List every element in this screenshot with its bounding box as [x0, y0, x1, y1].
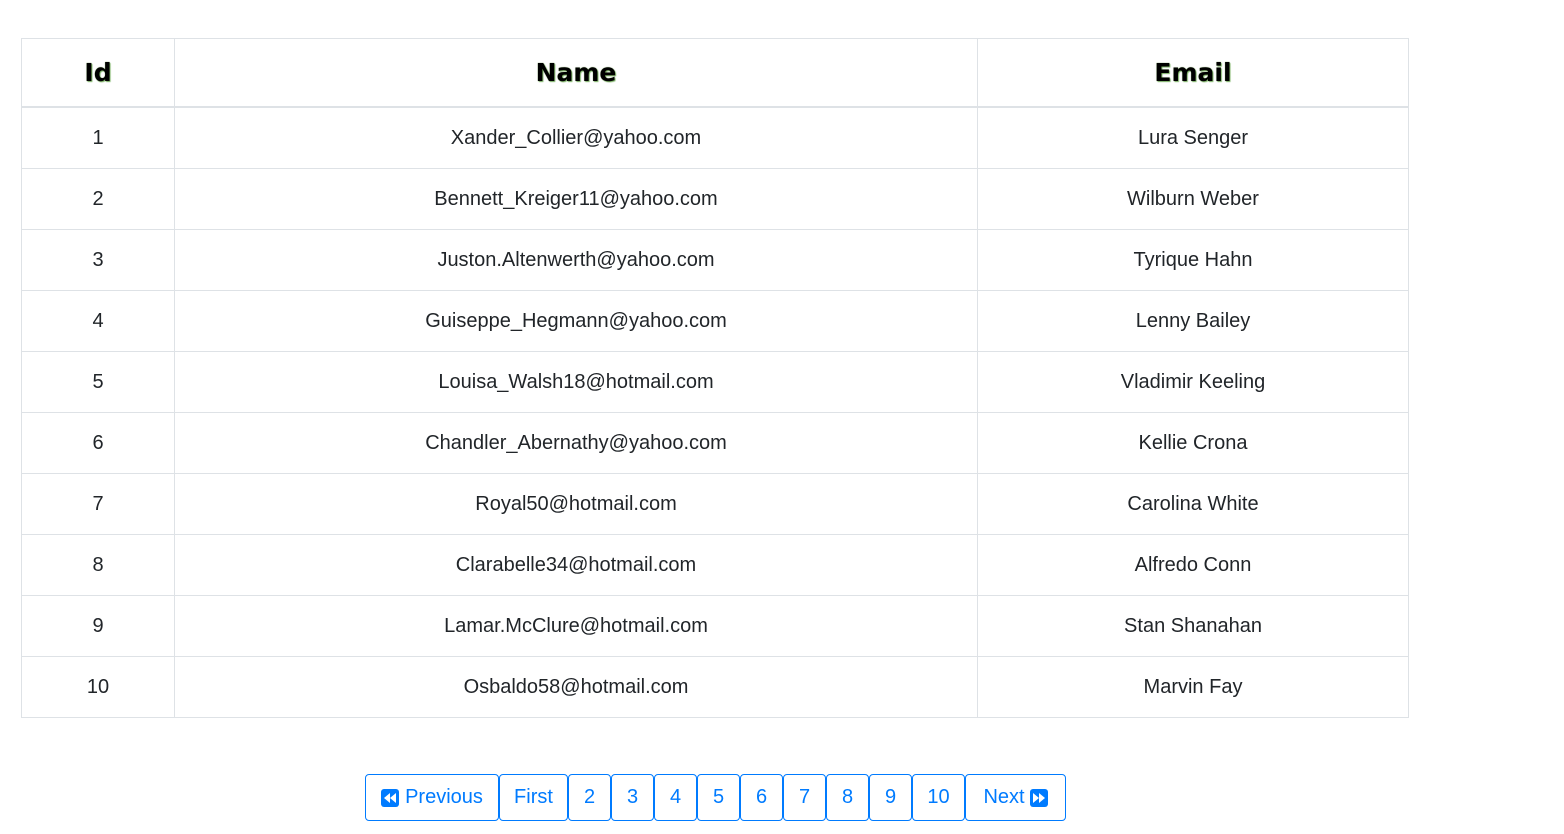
table-row: 8 Clarabelle34@hotmail.com Alfredo Conn: [21, 534, 1409, 596]
cell-name: Xander_Collier@yahoo.com: [174, 106, 978, 169]
next-label: Next: [983, 786, 1025, 808]
page-button-10[interactable]: 10: [912, 774, 965, 821]
cell-id: 2: [21, 168, 175, 230]
first-label: First: [514, 786, 553, 808]
cell-email: Lenny Bailey: [977, 290, 1409, 352]
column-header-email: Email: [977, 38, 1409, 108]
cell-name: Royal50@hotmail.com: [174, 473, 978, 535]
page-number: 4: [669, 786, 682, 808]
page-button-7[interactable]: 7: [783, 774, 826, 821]
previous-label: Previous: [405, 786, 483, 808]
cell-email: Stan Shanahan: [977, 595, 1409, 657]
cell-name: Guiseppe_Hegmann@yahoo.com: [174, 290, 978, 352]
previous-button[interactable]: Previous: [365, 774, 499, 821]
cell-name: Louisa_Walsh18@hotmail.com: [174, 351, 978, 413]
cell-name: Clarabelle34@hotmail.com: [174, 534, 978, 596]
cell-name: Bennett_Kreiger11@yahoo.com: [174, 168, 978, 230]
cell-id: 5: [21, 351, 175, 413]
next-button[interactable]: Next: [965, 774, 1066, 821]
table-row: 9 Lamar.McClure@hotmail.com Stan Shanaha…: [21, 595, 1409, 657]
pagination: Previous First 2 3 4 5 6 7 8 9 10 Next: [365, 774, 1066, 821]
cell-id: 1: [21, 106, 175, 169]
cell-email: Wilburn Weber: [977, 168, 1409, 230]
cell-email: Tyrique Hahn: [977, 229, 1409, 291]
cell-name: Chandler_Abernathy@yahoo.com: [174, 412, 978, 474]
cell-id: 9: [21, 595, 175, 657]
cell-email: Carolina White: [977, 473, 1409, 535]
page-number: 6: [755, 786, 768, 808]
table-row: 10 Osbaldo58@hotmail.com Marvin Fay: [21, 656, 1409, 718]
table-row: 2 Bennett_Kreiger11@yahoo.com Wilburn We…: [21, 168, 1409, 230]
cell-name: Lamar.McClure@hotmail.com: [174, 595, 978, 657]
cell-id: 4: [21, 290, 175, 352]
table-row: 5 Louisa_Walsh18@hotmail.com Vladimir Ke…: [21, 351, 1409, 413]
page-number: 5: [712, 786, 725, 808]
page-button-4[interactable]: 4: [654, 774, 697, 821]
cell-id: 7: [21, 473, 175, 535]
first-page-button[interactable]: First: [499, 774, 568, 821]
page-number: 2: [583, 786, 596, 808]
table-row: 1 Xander_Collier@yahoo.com Lura Senger: [21, 106, 1409, 169]
table-header-row: Id Name Email: [21, 38, 1409, 108]
page-number: 8: [841, 786, 854, 808]
backward-icon: [381, 788, 400, 807]
cell-id: 10: [21, 656, 175, 718]
table-row: 7 Royal50@hotmail.com Carolina White: [21, 473, 1409, 535]
cell-id: 6: [21, 412, 175, 474]
cell-id: 3: [21, 229, 175, 291]
page-button-8[interactable]: 8: [826, 774, 869, 821]
cell-email: Marvin Fay: [977, 656, 1409, 718]
column-header-name: Name: [174, 38, 978, 108]
page-number: 3: [626, 786, 639, 808]
table-row: 6 Chandler_Abernathy@yahoo.com Kellie Cr…: [21, 412, 1409, 474]
forward-icon: [1029, 788, 1048, 807]
page-number: 7: [798, 786, 811, 808]
column-header-id: Id: [21, 38, 175, 108]
table-row: 4 Guiseppe_Hegmann@yahoo.com Lenny Baile…: [21, 290, 1409, 352]
cell-name: Osbaldo58@hotmail.com: [174, 656, 978, 718]
page-button-9[interactable]: 9: [869, 774, 912, 821]
users-table: Id Name Email 1 Xander_Collier@yahoo.com…: [21, 38, 1409, 718]
cell-email: Kellie Crona: [977, 412, 1409, 474]
page-button-5[interactable]: 5: [697, 774, 740, 821]
cell-email: Vladimir Keeling: [977, 351, 1409, 413]
cell-id: 8: [21, 534, 175, 596]
cell-name: Juston.Altenwerth@yahoo.com: [174, 229, 978, 291]
page-button-2[interactable]: 2: [568, 774, 611, 821]
table-row: 3 Juston.Altenwerth@yahoo.com Tyrique Ha…: [21, 229, 1409, 291]
page: Id Name Email 1 Xander_Collier@yahoo.com…: [0, 0, 1564, 834]
cell-email: Lura Senger: [977, 106, 1409, 169]
cell-email: Alfredo Conn: [977, 534, 1409, 596]
page-button-3[interactable]: 3: [611, 774, 654, 821]
page-button-6[interactable]: 6: [740, 774, 783, 821]
page-number: 9: [884, 786, 897, 808]
page-number: 10: [927, 786, 950, 808]
